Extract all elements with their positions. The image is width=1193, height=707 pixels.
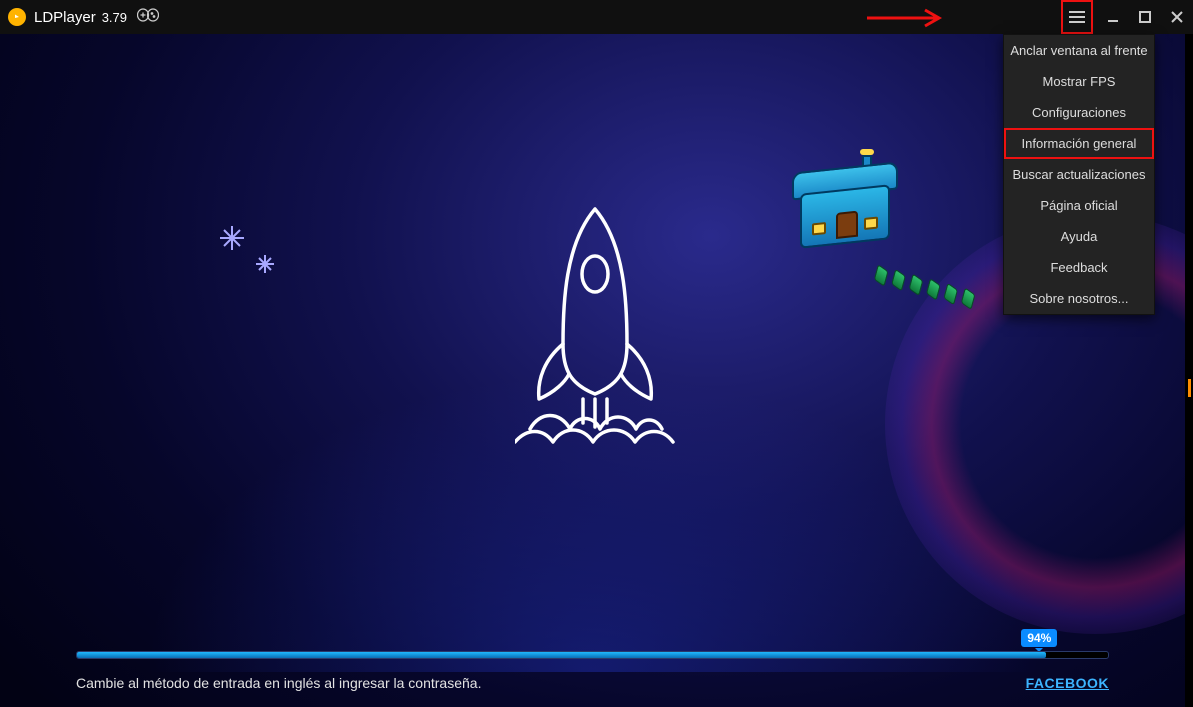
- progress-track: [76, 651, 1109, 659]
- hamburger-dropdown-menu: Anclar ventana al frenteMostrar FPSConfi…: [1003, 34, 1155, 315]
- app-title: LDPlayer: [34, 9, 96, 26]
- loading-hint-text: Cambie al método de entrada en inglés al…: [76, 675, 481, 691]
- menu-item-4[interactable]: Buscar actualizaciones: [1004, 159, 1154, 190]
- hamburger-menu-button[interactable]: [1064, 4, 1090, 30]
- rocket-icon: [515, 204, 675, 459]
- sparkle-icon: [255, 254, 275, 279]
- maximize-button[interactable]: [1129, 0, 1161, 34]
- window-controls: [1061, 0, 1193, 34]
- decorative-house-icon: [800, 189, 890, 244]
- minimize-button[interactable]: [1097, 0, 1129, 34]
- titlebar: LDPlayer 3.79: [0, 0, 1193, 34]
- menu-item-3[interactable]: Información general: [1004, 128, 1154, 159]
- annotation-arrow-icon: [865, 6, 955, 35]
- menu-item-2[interactable]: Configuraciones: [1004, 97, 1154, 128]
- menu-item-5[interactable]: Página oficial: [1004, 190, 1154, 221]
- menu-item-1[interactable]: Mostrar FPS: [1004, 66, 1154, 97]
- app-logo-icon: [8, 8, 26, 26]
- menu-item-7[interactable]: Feedback: [1004, 252, 1154, 283]
- gamepad-icon: [137, 8, 159, 27]
- menu-item-0[interactable]: Anclar ventana al frente: [1004, 35, 1154, 66]
- app-window: LDPlayer 3.79: [0, 0, 1193, 707]
- right-toolbar-strip: [1185, 34, 1193, 707]
- sparkle-icon: [218, 224, 246, 257]
- close-button[interactable]: [1161, 0, 1193, 34]
- progress-fill: [77, 652, 1046, 658]
- loading-progress: 94%: [76, 651, 1109, 659]
- app-version: 3.79: [102, 10, 127, 25]
- facebook-link[interactable]: FACEBOOK: [1026, 675, 1109, 691]
- progress-percent-badge: 94%: [1021, 629, 1057, 647]
- menu-item-6[interactable]: Ayuda: [1004, 221, 1154, 252]
- menu-item-8[interactable]: Sobre nosotros...: [1004, 283, 1154, 314]
- toolbar-indicator-icon: [1188, 379, 1191, 397]
- annotation-highlight-hamburger: [1061, 0, 1093, 34]
